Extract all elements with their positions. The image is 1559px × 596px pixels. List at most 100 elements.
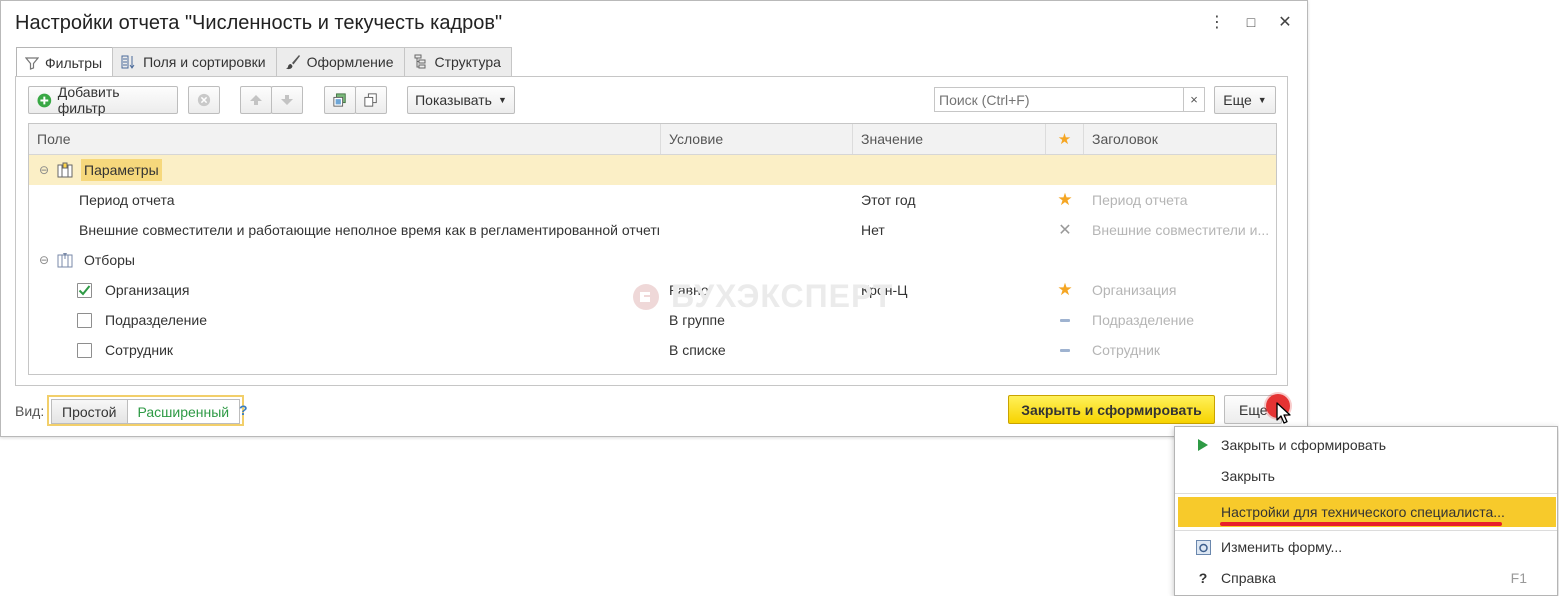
row-value[interactable]: Нет — [861, 215, 1041, 245]
view-extended-button[interactable]: Расширенный — [127, 399, 241, 424]
annotation-underline — [1220, 522, 1502, 526]
row-value[interactable] — [861, 305, 1041, 335]
report-settings-window: Настройки отчета "Численность и текучест… — [0, 0, 1308, 437]
table-header: Поле Условие Значение ★ Заголовок — [29, 124, 1276, 155]
maximize-icon[interactable]: □ — [1243, 13, 1259, 31]
view-label: Вид: — [15, 403, 45, 419]
dash-icon[interactable] — [1046, 335, 1084, 365]
star-icon[interactable]: ★ — [1046, 185, 1084, 215]
question-icon: ? — [1198, 570, 1208, 586]
row-field: Период отчета — [79, 192, 175, 208]
minus-circle-icon: ⊖ — [39, 163, 50, 177]
more-actions-icon[interactable]: ⋮ — [1209, 13, 1225, 31]
menu-item-edit-form[interactable]: Изменить форму... — [1175, 532, 1557, 562]
row-value[interactable]: Этот год — [861, 185, 1041, 215]
search-clear-button[interactable]: × — [1183, 87, 1205, 112]
use-checkbox[interactable] — [77, 342, 92, 358]
table-row[interactable]: ⊖ Отборы — [29, 245, 1276, 275]
window-controls: ⋮ □ ✕ — [1209, 13, 1293, 31]
structure-icon — [414, 54, 425, 69]
row-caption: Внешние совместители и... — [1092, 222, 1270, 238]
use-checkbox[interactable] — [77, 312, 92, 328]
form-settings-icon — [1195, 539, 1211, 555]
bottom-bar: Вид: Простой Расширенный ? Закрыть и сфо… — [15, 395, 1291, 427]
close-icon[interactable]: ✕ — [1277, 13, 1293, 31]
table-row[interactable]: ⊖ Параметры — [29, 155, 1276, 185]
menu-item-label: Закрыть — [1221, 468, 1275, 484]
add-filter-label: Добавить фильтр — [57, 84, 120, 116]
use-checkbox[interactable] — [77, 282, 92, 298]
collapse-toggle[interactable]: ⊖ — [39, 155, 49, 185]
more-dropdown-menu: Закрыть и сформировать Закрыть Настройки… — [1174, 426, 1558, 596]
column-value[interactable]: Значение — [853, 124, 1046, 154]
add-filter-button[interactable]: Добавить фильтр — [28, 84, 178, 116]
funnel-icon — [25, 56, 39, 70]
ungroup-button[interactable] — [355, 86, 387, 114]
minus-circle-icon: ⊖ — [39, 253, 50, 267]
menu-item-label: Закрыть и сформировать — [1221, 437, 1387, 453]
help-link[interactable]: ? — [239, 402, 248, 418]
column-use[interactable]: ★ — [1046, 124, 1084, 154]
filters-panel: Добавить фильтр Показывать ▼ × — [15, 76, 1288, 386]
parameters-group-icon — [57, 155, 73, 185]
menu-item-label: Изменить форму... — [1221, 539, 1343, 555]
group-label: Отборы — [84, 252, 135, 268]
view-mode-switch: Простой Расширенный — [47, 395, 245, 426]
delete-icon — [197, 93, 211, 107]
menu-separator — [1175, 493, 1557, 494]
table-row[interactable]: Сотрудник В списке Сотрудник — [29, 335, 1276, 365]
copy-icon — [364, 93, 377, 107]
window-title: Настройки отчета "Численность и текучест… — [15, 12, 503, 34]
close-and-build-button[interactable]: Закрыть и сформировать — [1008, 395, 1215, 424]
show-dropdown-button[interactable]: Показывать ▼ — [407, 86, 515, 114]
row-caption: Сотрудник — [1092, 342, 1161, 358]
move-down-button[interactable] — [271, 86, 303, 114]
table-row[interactable]: Внешние совместители и работающие неполн… — [29, 215, 1276, 245]
view-simple-button[interactable]: Простой — [51, 399, 128, 424]
star-icon: ★ — [1057, 131, 1072, 148]
tab-structure-label: Структура — [434, 54, 501, 70]
row-value[interactable]: Крон-Ц — [861, 275, 1041, 305]
table-row[interactable]: Подразделение В группе Подразделение — [29, 305, 1276, 335]
table-row[interactable]: Период отчета Этот год ★ Период отчета — [29, 185, 1276, 215]
delete-filter-button[interactable] — [188, 86, 220, 114]
brush-icon — [285, 55, 300, 70]
row-field: Подразделение — [105, 312, 208, 328]
table-row[interactable]: Организация Равно Крон-Ц ★ Организация — [29, 275, 1276, 305]
tab-appearance[interactable]: Оформление — [275, 47, 405, 76]
row-caption: Подразделение — [1092, 312, 1195, 328]
collapse-toggle[interactable]: ⊖ — [39, 245, 49, 275]
menu-item-shortcut: F1 — [1510, 570, 1527, 586]
arrow-up-icon — [250, 95, 262, 105]
tab-filters[interactable]: Фильтры — [16, 47, 114, 77]
dash-icon[interactable] — [1046, 305, 1084, 335]
row-field: Сотрудник — [105, 342, 174, 358]
group-label: Параметры — [81, 159, 162, 181]
menu-item-close[interactable]: Закрыть — [1175, 461, 1557, 491]
arrow-down-icon — [281, 95, 293, 105]
tab-structure[interactable]: Структура — [403, 47, 512, 76]
row-condition[interactable]: Равно — [669, 275, 849, 305]
play-icon — [1195, 439, 1211, 451]
menu-item-help[interactable]: ? Справка F1 — [1175, 563, 1557, 593]
row-condition[interactable]: В списке — [669, 335, 849, 365]
move-up-button[interactable] — [240, 86, 272, 114]
group-icon — [333, 93, 346, 107]
add-icon — [37, 93, 52, 107]
row-caption: Период отчета — [1092, 192, 1188, 208]
tab-fields-sorting[interactable]: Поля и сортировки — [112, 47, 277, 76]
row-condition[interactable]: В группе — [669, 305, 849, 335]
column-caption[interactable]: Заголовок — [1084, 124, 1278, 154]
more-top-button[interactable]: Еще ▼ — [1214, 86, 1276, 114]
cross-icon[interactable]: ✕ — [1046, 215, 1084, 245]
row-value[interactable] — [861, 335, 1041, 365]
row-field: Внешние совместители и работающие неполн… — [79, 222, 659, 238]
menu-item-close-and-build[interactable]: Закрыть и сформировать — [1175, 430, 1557, 460]
column-condition[interactable]: Условие — [661, 124, 853, 154]
show-label: Показывать — [415, 92, 492, 108]
column-field[interactable]: Поле — [29, 124, 661, 154]
chevron-down-icon: ▼ — [497, 95, 507, 105]
group-add-button[interactable] — [324, 86, 356, 114]
star-icon[interactable]: ★ — [1046, 275, 1084, 305]
search-input[interactable] — [934, 87, 1184, 112]
